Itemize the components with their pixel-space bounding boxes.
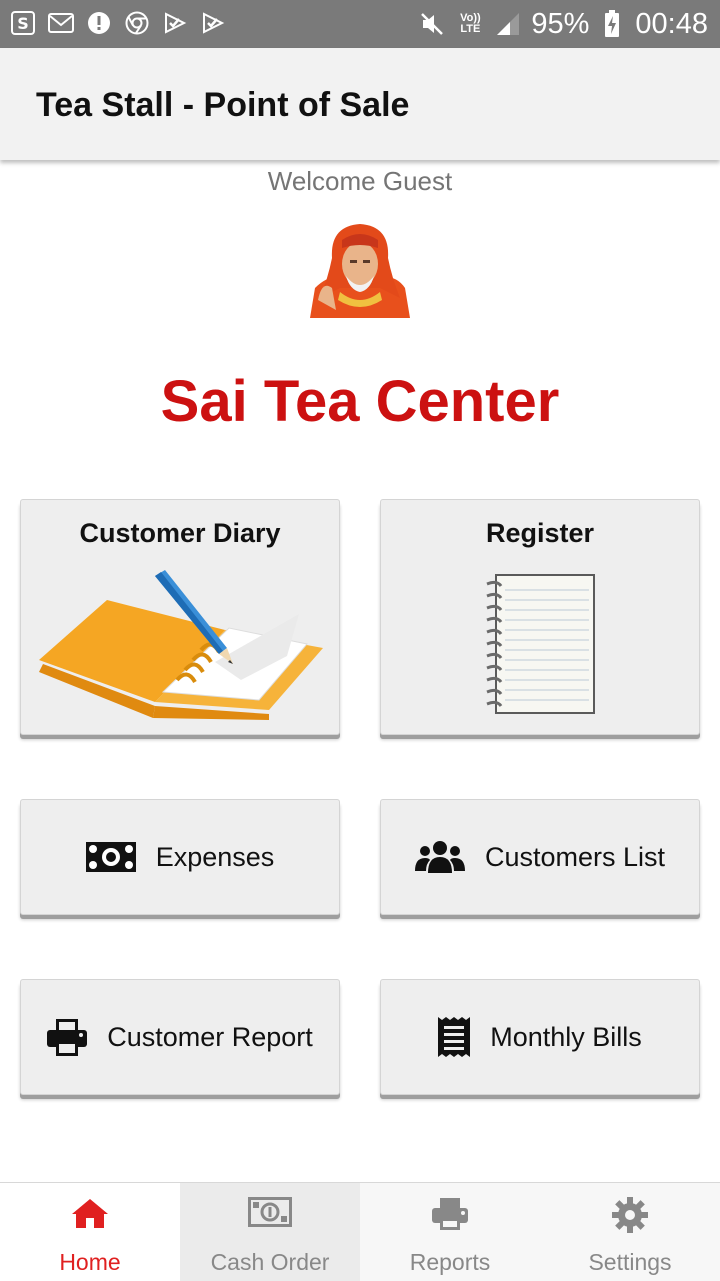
diary-icon bbox=[39, 570, 323, 720]
nav-reports[interactable]: Reports bbox=[360, 1183, 540, 1281]
battery-percent: 95% bbox=[531, 7, 590, 40]
bottom-navigation: Home Cash Order Reports Settings bbox=[0, 1182, 720, 1281]
gmail-icon bbox=[48, 10, 74, 36]
register-label: Register bbox=[485, 518, 595, 548]
money-icon bbox=[248, 1197, 292, 1227]
receipt-icon bbox=[438, 1017, 471, 1057]
customer-diary-button[interactable]: Customer Diary bbox=[20, 499, 340, 735]
app-title: Tea Stall - Point of Sale bbox=[36, 86, 410, 124]
customers-list-label: Customers List bbox=[484, 841, 666, 872]
play-check-icon bbox=[200, 10, 226, 36]
network-type: Vo)) LTE bbox=[460, 12, 481, 35]
print-icon bbox=[47, 1019, 88, 1056]
customer-report-button[interactable]: Customer Report bbox=[20, 979, 340, 1095]
status-bar: S Vo)) LTE 95% 00:48 bbox=[0, 0, 720, 48]
home-icon bbox=[72, 1199, 108, 1228]
users-icon bbox=[414, 841, 465, 873]
nav-settings[interactable]: Settings bbox=[540, 1183, 720, 1281]
gear-icon bbox=[612, 1197, 648, 1233]
mute-icon bbox=[419, 11, 445, 37]
s-icon: S bbox=[10, 10, 36, 36]
customers-list-button[interactable]: Customers List bbox=[380, 799, 700, 915]
register-button[interactable]: Register bbox=[380, 499, 700, 735]
svg-text:S: S bbox=[17, 14, 29, 33]
chrome-icon bbox=[124, 10, 150, 36]
nav-reports-label: Reports bbox=[409, 1249, 491, 1275]
nav-home-label: Home bbox=[59, 1249, 121, 1275]
notification-icons: S bbox=[10, 10, 226, 36]
money-icon bbox=[85, 842, 136, 872]
alert-icon bbox=[86, 10, 112, 36]
nav-cash-order[interactable]: Cash Order bbox=[180, 1183, 360, 1281]
nav-settings-label: Settings bbox=[588, 1249, 672, 1275]
app-bar: Tea Stall - Point of Sale bbox=[0, 48, 720, 160]
monthly-bills-button[interactable]: Monthly Bills bbox=[380, 979, 700, 1095]
notepad-icon bbox=[486, 574, 595, 714]
print-icon bbox=[432, 1198, 468, 1230]
shop-logo bbox=[310, 218, 410, 318]
monthly-bills-label: Monthly Bills bbox=[490, 1021, 642, 1052]
signal-icon bbox=[495, 11, 521, 37]
nav-home[interactable]: Home bbox=[0, 1183, 180, 1281]
customer-report-label: Customer Report bbox=[107, 1021, 313, 1052]
clock: 00:48 bbox=[635, 7, 708, 40]
system-status: Vo)) LTE 95% 00:48 bbox=[419, 6, 708, 42]
shop-name: Sai Tea Center bbox=[160, 369, 560, 434]
expenses-button[interactable]: Expenses bbox=[20, 799, 340, 915]
battery-charging-icon bbox=[599, 10, 625, 37]
expenses-label: Expenses bbox=[155, 841, 275, 872]
nav-cash-order-label: Cash Order bbox=[210, 1249, 330, 1275]
customer-diary-label: Customer Diary bbox=[79, 518, 281, 548]
welcome-text: Welcome Guest bbox=[267, 166, 453, 196]
play-check-icon bbox=[162, 10, 188, 36]
